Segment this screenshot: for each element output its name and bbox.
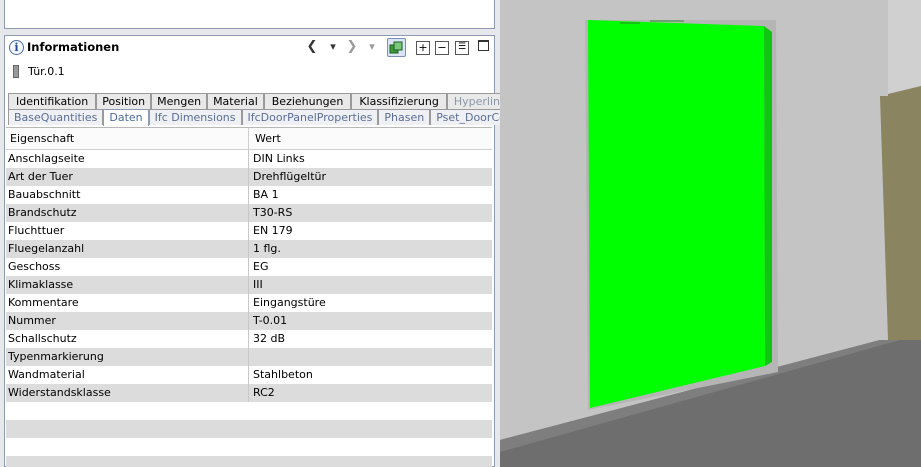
tab-ifcdoorpanelproperties[interactable]: IfcDoorPanelProperties <box>241 109 379 125</box>
list-view-button[interactable]: ☰ <box>455 41 469 55</box>
table-row[interactable]: Geschoss EG <box>6 258 492 276</box>
table-row[interactable]: Wandmaterial Stahlbeton <box>6 366 492 384</box>
property-name-cell: Klimaklasse <box>6 276 249 294</box>
info-icon: i <box>9 40 24 55</box>
maximize-panel-button[interactable] <box>478 40 489 51</box>
property-value-cell[interactable]: Eingangstüre <box>249 294 492 312</box>
table-row[interactable]: Bauabschnitt BA 1 <box>6 186 492 204</box>
left-panel-area: i Informationen ❮ ▾ ❯ ▾ + − ☰ Tür.0.1 Id… <box>0 0 547 467</box>
table-row[interactable]: Fluegelanzahl 1 flg. <box>6 240 492 258</box>
object-name: Tür.0.1 <box>28 65 65 78</box>
table-row[interactable]: Art der Tuer Drehflügeltür <box>6 168 492 186</box>
property-name-cell: Kommentare <box>6 294 249 312</box>
highlighted-door[interactable] <box>588 20 765 408</box>
property-name-cell: Wandmaterial <box>6 366 249 384</box>
property-value-cell[interactable]: EN 179 <box>249 222 492 240</box>
empty-row <box>6 402 492 420</box>
tab-beziehungen[interactable]: Beziehungen <box>263 93 352 109</box>
tab-mengen[interactable]: Mengen <box>151 93 208 109</box>
sync-selection-toggle[interactable] <box>387 38 406 57</box>
table-row[interactable]: Schallschutz 32 dB <box>6 330 492 348</box>
panel-title-bar: i Informationen ❮ ▾ ❯ ▾ + − ☰ <box>5 36 494 59</box>
table-row[interactable]: Nummer T-0.01 <box>6 312 492 330</box>
table-row[interactable]: Kommentare Eingangstüre <box>6 294 492 312</box>
table-row[interactable]: Anschlagseite DIN Links <box>6 150 492 168</box>
property-value-cell[interactable]: T-0.01 <box>249 312 492 330</box>
sync-selection-icon <box>389 41 403 54</box>
panel-title: Informationen <box>27 40 120 54</box>
expand-all-button[interactable]: + <box>416 41 430 55</box>
tabs-row-primary: Identifikation Position Mengen Material … <box>8 93 520 109</box>
table-row[interactable]: Widerstandsklasse RC2 <box>6 384 492 402</box>
property-value-cell[interactable]: T30-RS <box>249 204 492 222</box>
grid-header: Eigenschaft Wert <box>6 128 492 150</box>
property-value-cell[interactable]: 1 flg. <box>249 240 492 258</box>
property-grid: Eigenschaft Wert Anschlagseite DIN Links A… <box>6 127 492 467</box>
grid-body: Anschlagseite DIN Links Art der Tuer Drehfl… <box>6 150 492 467</box>
upper-pane <box>4 0 495 29</box>
property-value-cell[interactable]: Stahlbeton <box>249 366 492 384</box>
property-name-cell: Art der Tuer <box>6 168 249 186</box>
column-header-value[interactable]: Wert <box>249 128 492 149</box>
property-value-cell[interactable] <box>249 348 492 366</box>
information-panel: i Informationen ❮ ▾ ❯ ▾ + − ☰ Tür.0.1 Id… <box>4 35 547 467</box>
property-value-cell[interactable]: EG <box>249 258 492 276</box>
tab-identifikation[interactable]: Identifikation <box>8 93 97 109</box>
property-name-cell: Fluchttuer <box>6 222 249 240</box>
tab-basequantities[interactable]: BaseQuantities <box>8 109 104 125</box>
property-value-cell[interactable]: BA 1 <box>249 186 492 204</box>
tab-daten[interactable]: Daten <box>103 109 149 126</box>
property-value-cell[interactable]: DIN Links <box>249 150 492 168</box>
table-row[interactable]: Typenmarkierung <box>6 348 492 366</box>
forward-button[interactable]: ❯ <box>345 39 359 56</box>
property-value-cell[interactable]: RC2 <box>249 384 492 402</box>
property-name-cell: Fluegelanzahl <box>6 240 249 258</box>
tab-klassifizierung[interactable]: Klassifizierung <box>351 93 447 109</box>
door-icon <box>13 65 19 78</box>
column-header-property[interactable]: Eigenschaft <box>6 128 249 149</box>
property-name-cell: Typenmarkierung <box>6 348 249 366</box>
door-edge <box>764 26 772 366</box>
table-row[interactable]: Brandschutz T30-RS <box>6 204 492 222</box>
empty-row <box>6 420 492 438</box>
collapse-all-button[interactable]: − <box>435 41 449 55</box>
property-name-cell: Geschoss <box>6 258 249 276</box>
table-row[interactable]: Klimaklasse III <box>6 276 492 294</box>
3d-scene <box>500 0 921 467</box>
tab-phasen[interactable]: Phasen <box>378 109 431 125</box>
property-name-cell: Bauabschnitt <box>6 186 249 204</box>
property-value-cell[interactable]: Drehflügeltür <box>249 168 492 186</box>
3d-viewport[interactable] <box>500 0 921 467</box>
tab-position[interactable]: Position <box>96 93 152 109</box>
property-name-cell: Schallschutz <box>6 330 249 348</box>
property-value-cell[interactable]: III <box>249 276 492 294</box>
forward-history-dropdown[interactable]: ▾ <box>366 39 378 56</box>
back-history-dropdown[interactable]: ▾ <box>327 39 339 56</box>
table-row[interactable]: Fluchttuer EN 179 <box>6 222 492 240</box>
tab-material[interactable]: Material <box>207 93 264 109</box>
property-name-cell: Brandschutz <box>6 204 249 222</box>
far-wall <box>888 0 921 96</box>
tab-ifc-dimensions[interactable]: Ifc Dimensions <box>148 109 242 125</box>
back-button[interactable]: ❮ <box>305 39 319 56</box>
property-name-cell: Widerstandsklasse <box>6 384 249 402</box>
property-name-cell: Anschlagseite <box>6 150 249 168</box>
property-name-cell: Nummer <box>6 312 249 330</box>
property-value-cell[interactable]: 32 dB <box>249 330 492 348</box>
empty-row <box>6 456 492 467</box>
tabs-row-secondary: BaseQuantities Daten Ifc Dimensions IfcD… <box>8 109 547 126</box>
empty-row <box>6 438 492 456</box>
